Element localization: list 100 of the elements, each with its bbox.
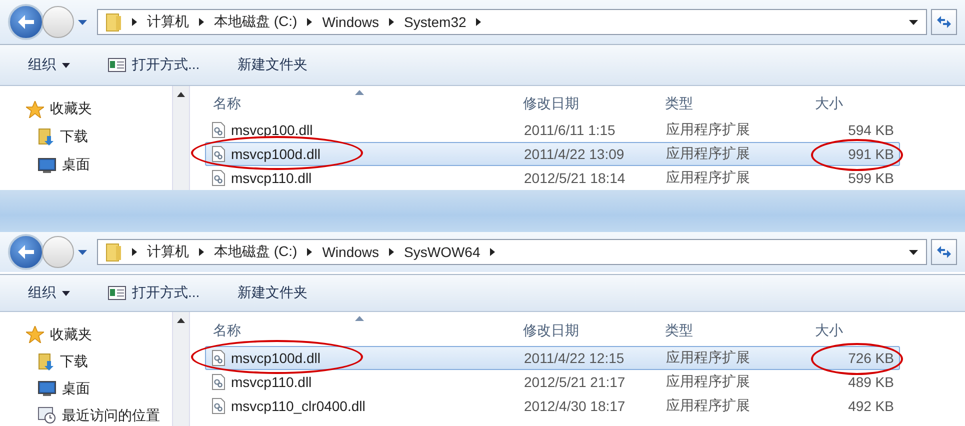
column-header[interactable]: 修改日期 xyxy=(523,322,579,338)
sidebar-item[interactable]: 收藏夹 xyxy=(26,98,172,120)
file-size: 594 KB xyxy=(848,122,894,138)
breadcrumb-item[interactable]: 本地磁盘 (C:) xyxy=(214,243,298,261)
file-gear-icon xyxy=(212,398,225,414)
file-row[interactable]: msvcp110.dll 2012/5/21 18:14 应用程序扩展 599 KB xyxy=(205,166,900,190)
address-bar[interactable]: 计算机 本地磁盘 (C:) Windows System32 xyxy=(97,9,927,35)
sidebar-item[interactable]: 收藏夹 xyxy=(26,324,172,345)
modified-date: 2012/4/30 18:17 xyxy=(524,398,626,414)
column-header[interactable]: 类型 xyxy=(665,322,693,338)
file-type: 应用程序扩展 xyxy=(666,169,750,185)
file-type: 应用程序扩展 xyxy=(666,349,750,365)
column-header[interactable]: 类型 xyxy=(665,95,693,111)
sidebar-item[interactable]: 桌面 xyxy=(26,378,172,399)
chevron-icon[interactable] xyxy=(307,18,312,26)
chevron-icon[interactable] xyxy=(132,248,137,256)
file-gear-icon xyxy=(212,350,225,366)
file-row[interactable]: msvcp100d.dll 2011/4/22 12:15 应用程序扩展 726 KB xyxy=(205,346,900,370)
chevron-icon[interactable] xyxy=(199,18,204,26)
caret-icon xyxy=(62,290,70,296)
sidebar-item[interactable]: 下载 xyxy=(26,126,172,148)
breadcrumb-item[interactable]: Windows xyxy=(322,14,380,30)
sort-arrow-icon xyxy=(355,316,364,321)
file-type: 应用程序扩展 xyxy=(666,145,750,161)
file-size: 726 KB xyxy=(848,350,894,366)
breadcrumb-item[interactable]: SysWOW64 xyxy=(404,244,480,260)
file-gear-icon xyxy=(212,170,225,186)
refresh-icon xyxy=(936,15,952,29)
address-bar[interactable]: 计算机 本地磁盘 (C:) Windows SysWOW64 xyxy=(97,239,927,265)
modified-date: 2011/4/22 13:09 xyxy=(524,146,624,162)
column-header[interactable]: 大小 xyxy=(815,322,843,338)
chevron-icon[interactable] xyxy=(132,18,137,26)
file-size: 991 KB xyxy=(848,146,894,162)
window-icon xyxy=(108,286,126,300)
file-gear-icon xyxy=(212,146,225,162)
organize-button[interactable]: 组织 xyxy=(24,54,74,76)
dropdown-arrow-icon[interactable] xyxy=(909,20,918,24)
chevron-icon[interactable] xyxy=(476,18,482,26)
file-row[interactable]: msvcp100.dll 2011/6/11 1:15 应用程序扩展 594 KB xyxy=(205,118,900,142)
back-button[interactable] xyxy=(8,4,44,40)
breadcrumb-item[interactable]: 本地磁盘 (C:) xyxy=(214,13,298,31)
file-row[interactable]: msvcp110_clr0400.dll 2012/4/30 18:17 应用程序扩展 492 KB xyxy=(205,394,900,418)
column-header[interactable]: 大小 xyxy=(815,95,843,111)
file-gear-icon xyxy=(212,122,225,138)
file-row[interactable]: msvcp110.dll 2012/5/21 21:17 应用程序扩展 489 KB xyxy=(205,370,900,394)
folder-icon xyxy=(106,242,122,262)
breadcrumb-item[interactable]: Windows xyxy=(322,244,380,260)
modified-date: 2011/4/22 12:15 xyxy=(524,350,624,366)
scroll-up-icon[interactable] xyxy=(177,92,185,97)
star-icon xyxy=(26,326,44,343)
file-row[interactable]: msvcp100d.dll 2011/4/22 13:09 应用程序扩展 991 KB xyxy=(205,142,900,166)
column-header[interactable]: 修改日期 xyxy=(523,95,579,111)
file-type: 应用程序扩展 xyxy=(666,373,750,389)
file-name: msvcp100.dll xyxy=(231,122,313,138)
chevron-icon[interactable] xyxy=(389,18,394,26)
open-with-button[interactable]: 打开方式... xyxy=(104,282,204,304)
file-size: 492 KB xyxy=(848,398,894,414)
breadcrumb-item[interactable]: 计算机 xyxy=(147,13,189,31)
file-type: 应用程序扩展 xyxy=(666,121,750,137)
refresh-icon xyxy=(936,245,952,259)
file-size: 489 KB xyxy=(848,374,894,390)
file-name: msvcp110_clr0400.dll xyxy=(231,398,366,414)
back-button[interactable] xyxy=(8,234,44,270)
monitor-icon xyxy=(38,158,56,172)
folder-arrow-icon xyxy=(38,128,54,146)
sort-arrow-icon xyxy=(355,90,364,95)
sidebar-item[interactable]: 下载 xyxy=(26,351,172,372)
new-folder-button[interactable]: 新建文件夹 xyxy=(234,282,312,304)
file-name: msvcp100d.dll xyxy=(231,350,320,366)
dropdown-arrow-icon[interactable] xyxy=(909,250,918,254)
new-folder-button[interactable]: 新建文件夹 xyxy=(234,54,312,76)
scrollbar[interactable] xyxy=(172,312,190,426)
breadcrumb-item[interactable]: System32 xyxy=(404,14,466,30)
breadcrumb-item[interactable]: 计算机 xyxy=(147,243,189,261)
arrow-left-icon xyxy=(17,14,35,30)
column-header[interactable]: 名称 xyxy=(213,95,241,113)
modified-date: 2012/5/21 18:14 xyxy=(524,170,626,186)
chevron-icon[interactable] xyxy=(307,248,312,256)
refresh-button[interactable] xyxy=(931,9,957,35)
chevron-icon[interactable] xyxy=(199,248,204,256)
chevron-icon[interactable] xyxy=(389,248,394,256)
file-gear-icon xyxy=(212,374,225,390)
scrollbar[interactable] xyxy=(172,86,190,190)
folder-icon xyxy=(106,12,122,32)
folder-arrow-icon xyxy=(38,352,54,370)
open-with-button[interactable]: 打开方式... xyxy=(104,54,204,76)
refresh-button[interactable] xyxy=(931,239,957,265)
file-name: msvcp110.dll xyxy=(231,170,312,186)
sidebar-item[interactable]: 最近访问的位置 xyxy=(26,405,172,426)
arrow-left-icon xyxy=(17,244,35,260)
modified-date: 2011/6/11 1:15 xyxy=(524,122,616,138)
sidebar-item[interactable]: 桌面 xyxy=(26,154,172,176)
chevron-icon[interactable] xyxy=(490,248,496,256)
file-size: 599 KB xyxy=(848,170,894,186)
organize-button[interactable]: 组织 xyxy=(24,282,74,304)
file-type: 应用程序扩展 xyxy=(666,397,750,413)
scroll-up-icon[interactable] xyxy=(177,318,185,323)
column-header[interactable]: 名称 xyxy=(213,322,241,340)
modified-date: 2012/5/21 21:17 xyxy=(524,374,626,390)
window-icon xyxy=(108,58,126,72)
